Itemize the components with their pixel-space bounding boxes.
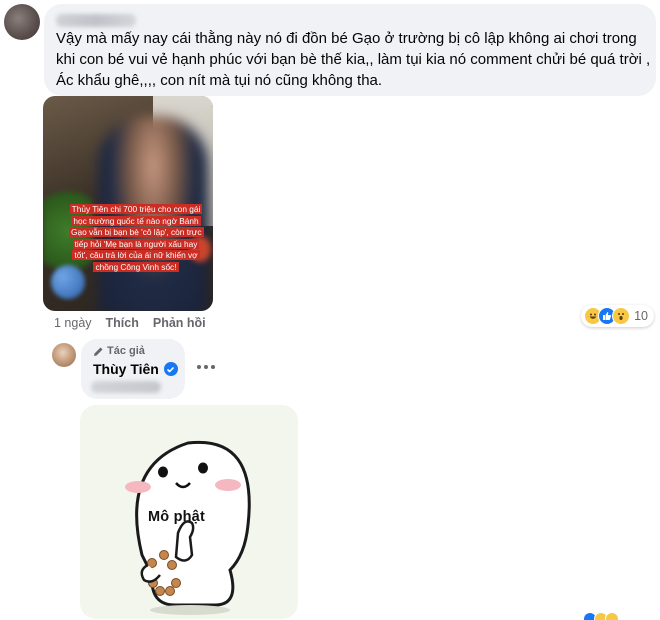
like-button[interactable]: Thích xyxy=(106,316,139,330)
reply-text-blurred xyxy=(91,381,161,393)
comment-bubble: Vậy mà mấy nay cái thằng này nó đi đồn b… xyxy=(44,4,656,96)
reaction-count: 10 xyxy=(634,309,648,323)
reply-button[interactable]: Phản hồi xyxy=(153,316,206,330)
comment-actions: 1 ngày Thích Phản hồi xyxy=(54,316,206,330)
photo-caption: Thủy Tiên chi 700 triệu cho con gái học … xyxy=(69,204,204,272)
sticker-image[interactable]: Mô phật xyxy=(80,405,298,619)
comment-timestamp[interactable]: 1 ngày xyxy=(54,316,92,330)
commenter-avatar[interactable] xyxy=(4,4,40,40)
comment-attached-photo[interactable]: Thủy Tiên chi 700 triệu cho con gái học … xyxy=(43,96,213,311)
wow-icon xyxy=(612,307,631,325)
pen-icon xyxy=(93,346,104,357)
sticker-caption: Mô phật xyxy=(148,509,205,525)
author-badge: Tác giả xyxy=(93,345,145,357)
reply-reaction-summary[interactable] xyxy=(583,612,636,620)
verified-icon xyxy=(163,362,178,376)
author-avatar[interactable] xyxy=(52,343,76,367)
more-options-icon[interactable] xyxy=(197,362,217,372)
reply-bubble: Tác giả Thùy Tiên xyxy=(81,339,185,399)
comment-text: Vậy mà mấy nay cái thằng này nó đi đồn b… xyxy=(56,30,651,89)
commenter-name-blurred[interactable] xyxy=(56,14,136,27)
reaction-summary[interactable]: 10 xyxy=(581,305,654,327)
reply-author-name[interactable]: Thùy Tiên xyxy=(93,361,178,377)
